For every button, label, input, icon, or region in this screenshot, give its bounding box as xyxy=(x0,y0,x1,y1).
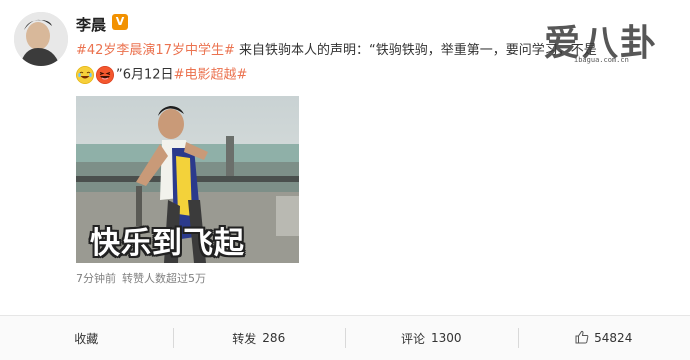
watermark-logo: 爱八卦 ibagua.com.cn xyxy=(544,14,674,70)
post-meta: 7分钟前 转赞人数超过5万 xyxy=(76,270,206,286)
comment-count: 1300 xyxy=(430,331,462,345)
collect-label: 收藏 xyxy=(74,331,99,346)
post-body-text: 来自铁驹本人的声明：“铁驹铁驹，举重第一，要问学习，不是 xyxy=(234,43,597,58)
action-bar: 收藏 转发 286 评论 1300 54824 xyxy=(0,316,690,360)
image-caption: 快乐到飞起 xyxy=(90,226,245,261)
repost-label: 转发 xyxy=(232,331,257,346)
topic-link-2[interactable]: #电影超越# xyxy=(174,68,248,83)
thumbs-up-icon xyxy=(575,330,589,347)
laughing-emoji-icon xyxy=(96,66,114,84)
like-count: 54824 xyxy=(594,331,633,345)
weibo-post-card: 李晨 V #42岁李晨演17岁中学生# 来自铁驹本人的声明：“铁驹铁驹，举重第一… xyxy=(0,0,690,315)
like-button[interactable]: 54824 xyxy=(517,316,690,360)
collect-button[interactable]: 收藏 xyxy=(0,316,173,360)
watermark-url: ibagua.com.cn xyxy=(574,56,629,64)
topic-link[interactable]: #42岁李晨演17岁中学生# xyxy=(76,43,235,58)
post-text-line-2: ”6月12日#电影超越# xyxy=(76,66,247,85)
post-date-text: ”6月12日 xyxy=(116,67,174,83)
post-text-line-1: #42岁李晨演17岁中学生# 来自铁驹本人的声明：“铁驹铁驹，举重第一，要问学习… xyxy=(76,42,597,60)
repost-count: 286 xyxy=(262,331,286,345)
avatar[interactable] xyxy=(14,12,68,66)
post-time[interactable]: 7分钟前 xyxy=(76,272,116,285)
comment-button[interactable]: 评论 1300 xyxy=(345,316,518,360)
laugh-crying-emoji-icon xyxy=(76,66,94,84)
post-image[interactable]: 快乐到飞起 xyxy=(76,96,299,263)
repost-summary: 转赞人数超过5万 xyxy=(122,272,206,285)
comment-label: 评论 xyxy=(400,331,425,346)
repost-button[interactable]: 转发 286 xyxy=(172,316,346,360)
author-name[interactable]: 李晨 xyxy=(76,14,106,35)
verified-badge-icon: V xyxy=(112,14,128,30)
